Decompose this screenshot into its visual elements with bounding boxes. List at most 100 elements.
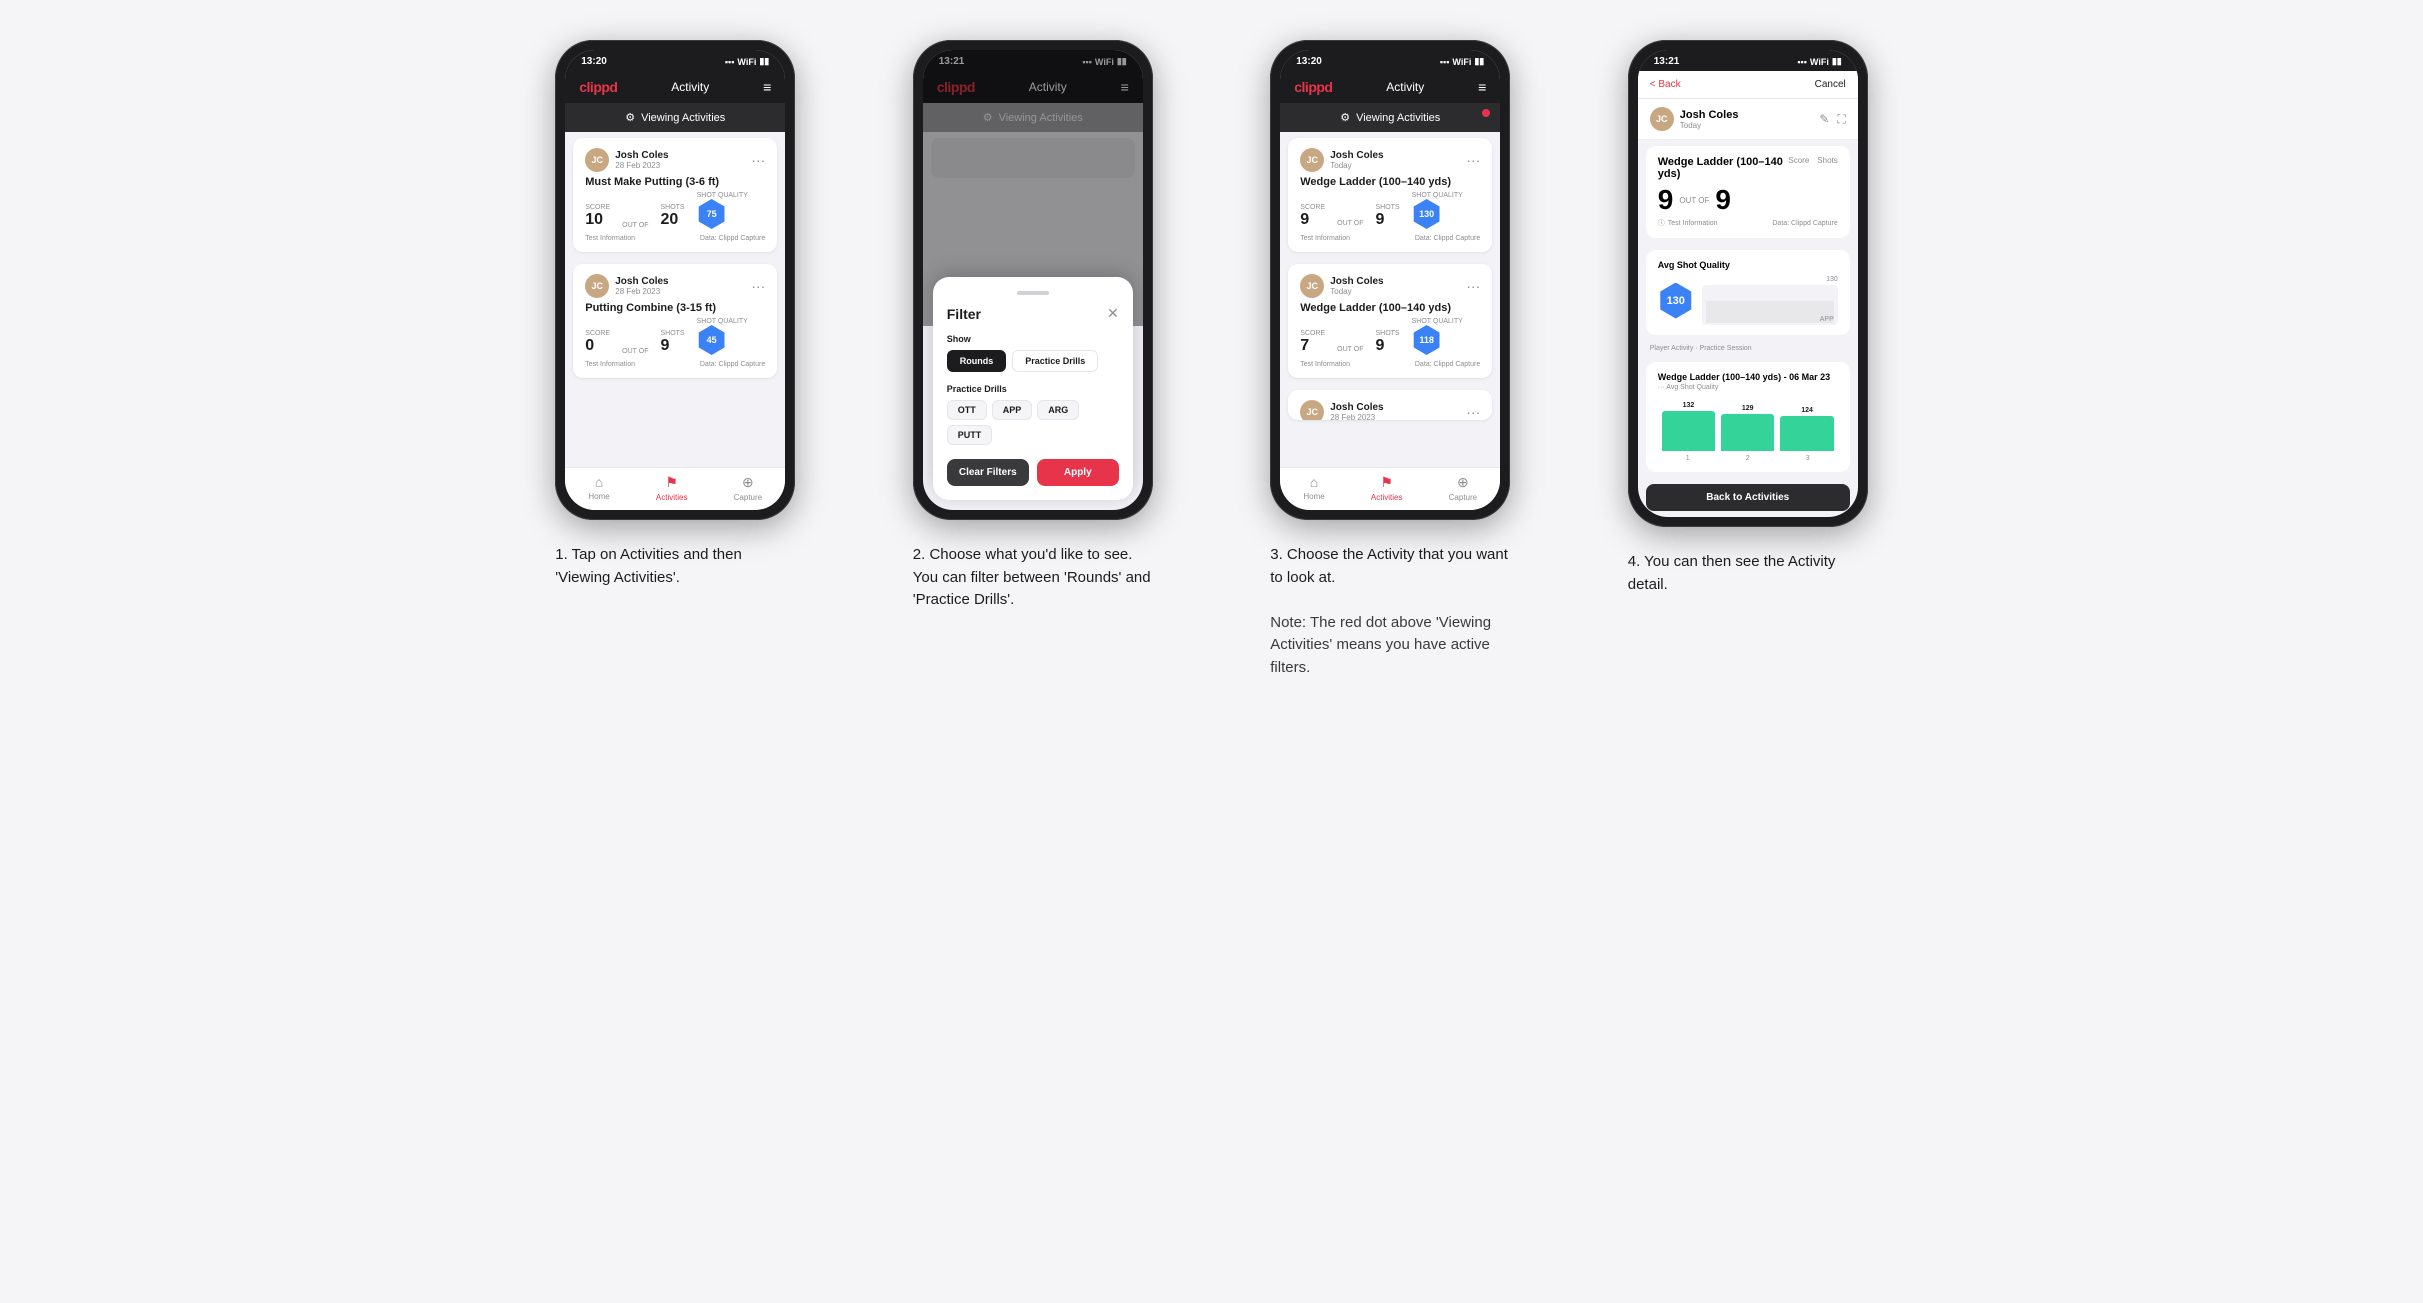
quality-badge-3-2: 118 (1412, 325, 1442, 355)
chip-arg[interactable]: ARG (1037, 400, 1079, 420)
filter-icon-1: ⚙ (625, 111, 635, 124)
expand-icon-4[interactable]: ⛶ (1837, 112, 1845, 127)
drill-subtitle-4: ··· Avg Shot Quality (1658, 384, 1838, 391)
home-label-3: Home (1303, 492, 1324, 501)
app-header-3: clippd Activity ≡ (1280, 71, 1500, 103)
card-menu-3-3[interactable]: ··· (1466, 404, 1480, 420)
page-container: 13:20 ▪▪▪ WiFi ▮▮ clippd Activity ≡ ⚙ (512, 40, 1912, 679)
score-group-3-1: Score 9 (1300, 204, 1325, 229)
capture-label-4: Data: Clippd Capture (1772, 220, 1837, 227)
session-label-4: Player Activity · Practice Session (1638, 341, 1858, 356)
chart-col-1: 132 (1662, 402, 1715, 451)
avg-quality-label-4: Avg Shot Quality (1658, 260, 1838, 270)
activity-card-1-1[interactable]: JC Josh Coles 28 Feb 2023 ··· Must Make … (573, 138, 777, 252)
wifi-icon: WiFi (737, 57, 756, 67)
activities-icon-3: ⚑ (1380, 474, 1393, 491)
nav-home-3[interactable]: ⌂ Home (1303, 474, 1324, 502)
user-date-1-1: 28 Feb 2023 (615, 161, 668, 170)
score-group-1-1: Score 10 (585, 204, 610, 229)
edit-icon-4[interactable]: ✎ (1819, 112, 1829, 127)
nav-activities-3[interactable]: ⚑ Activities (1371, 474, 1403, 502)
chart-col-3: 124 (1780, 407, 1833, 451)
apply-button[interactable]: Apply (1037, 459, 1119, 486)
back-activities-4[interactable]: Back to Activities (1646, 484, 1850, 511)
avatar-1-1: JC (585, 148, 609, 172)
chip-ott[interactable]: OTT (947, 400, 987, 420)
user-date-3-3: 28 Feb 2023 (1330, 413, 1383, 420)
back-button-4[interactable]: < Back (1650, 79, 1681, 90)
quality-badge-3-1: 130 (1412, 199, 1442, 229)
card-stats-1-1: Score 10 OUT OF Shots 20 Shot Quality (585, 192, 765, 229)
battery-icon: ▮▮ (759, 56, 769, 67)
desc-note-3: Note: The red dot above 'Viewing Activit… (1270, 614, 1491, 676)
card-header-1-1: JC Josh Coles 28 Feb 2023 ··· (585, 148, 765, 172)
quality-badge-1-1: 75 (697, 199, 727, 229)
card-header-3-3: JC Josh Coles 28 Feb 2023 ··· (1300, 400, 1480, 420)
cancel-button-4[interactable]: Cancel (1815, 79, 1846, 90)
shots-label-3-2: Shots (1375, 330, 1399, 337)
quality-label-1-1: Shot Quality (697, 192, 748, 199)
time-1: 13:20 (581, 56, 607, 67)
user-name-3-2: Josh Coles (1330, 276, 1383, 287)
wifi-icon-4: WiFi (1810, 57, 1829, 67)
nav-capture-3[interactable]: ⊕ Capture (1449, 474, 1477, 502)
viewing-activities-bar-3[interactable]: ⚙ Viewing Activities (1280, 103, 1500, 132)
chip-putt[interactable]: PUTT (947, 425, 993, 445)
phone-2-inner: 13:21 ▪▪▪ WiFi ▮▮ clippd Activity ≡ ⚙ (923, 50, 1143, 510)
card-menu-3-1[interactable]: ··· (1466, 152, 1480, 168)
nav-activities-1[interactable]: ⚑ Activities (656, 474, 688, 502)
status-bar-4: 13:21 ▪▪▪ WiFi ▮▮ (1638, 50, 1858, 71)
footer-right-1-1: Data: Clippd Capture (700, 235, 765, 242)
filter-close-2[interactable]: ✕ (1107, 305, 1119, 322)
viewing-activities-bar-1[interactable]: ⚙ Viewing Activities (565, 103, 785, 132)
shots-value-3-1: 9 (1375, 211, 1399, 229)
chip-app[interactable]: APP (992, 400, 1033, 420)
chart-bar-fill (1706, 301, 1834, 323)
capture-icon-3: ⊕ (1457, 474, 1469, 491)
card-stats-3-2: Score 7 OUT OF Shots 9 Shot Quality 118 (1300, 318, 1480, 355)
practice-drills-toggle[interactable]: Practice Drills (1012, 350, 1098, 372)
activity-card-3-1[interactable]: JC Josh Coles Today ··· Wedge Ladder (10… (1288, 138, 1492, 252)
user-info-1-1: Josh Coles 28 Feb 2023 (615, 150, 668, 170)
status-bar-1: 13:20 ▪▪▪ WiFi ▮▮ (565, 50, 785, 71)
quality-hex-4: 130 (1658, 283, 1694, 319)
description-3: 3. Choose the Activity that you want to … (1270, 544, 1510, 679)
quality-label-3-2: Shot Quality (1412, 318, 1463, 325)
footer-left-3-2: Test Information (1300, 361, 1350, 368)
activities-label-3: Activities (1371, 493, 1403, 502)
card-menu-1-2[interactable]: ··· (751, 278, 765, 294)
user-date-3-2: Today (1330, 287, 1383, 296)
clear-filters-button[interactable]: Clear Filters (947, 459, 1029, 486)
menu-icon-1[interactable]: ≡ (763, 79, 771, 95)
bar-1 (1662, 411, 1715, 451)
menu-icon-3[interactable]: ≡ (1478, 79, 1486, 95)
score-label-3-1: Score (1300, 204, 1325, 211)
card-menu-3-2[interactable]: ··· (1466, 278, 1480, 294)
activity-card-3-2[interactable]: JC Josh Coles Today ··· Wedge Ladder (10… (1288, 264, 1492, 378)
avatar-3-3: JC (1300, 400, 1324, 420)
drill-title-4: Wedge Ladder (100–140 yds) - 06 Mar 23 (1658, 372, 1838, 382)
card-user-3-2: JC Josh Coles Today (1300, 274, 1383, 298)
nav-capture-1[interactable]: ⊕ Capture (734, 474, 762, 502)
header-title-3: Activity (1386, 80, 1424, 94)
card-menu-1-1[interactable]: ··· (751, 152, 765, 168)
user-info-3-2: Josh Coles Today (1330, 276, 1383, 296)
score-shots-labels: Score Shots (1788, 156, 1837, 165)
footer-left-1-2: Test Information (585, 361, 635, 368)
status-icons-1: ▪▪▪ WiFi ▮▮ (725, 56, 769, 67)
step-3: 3. (1270, 546, 1283, 563)
avatar-1-2: JC (585, 274, 609, 298)
activity-card-3-3[interactable]: JC Josh Coles 28 Feb 2023 ··· (1288, 390, 1492, 420)
battery-icon-4: ▮▮ (1832, 56, 1842, 67)
desc-text-1: Tap on Activities and then 'Viewing Acti… (555, 546, 742, 586)
signal-icon-4: ▪▪▪ (1797, 57, 1807, 67)
activity-card-1-2[interactable]: JC Josh Coles 28 Feb 2023 ··· Putting Co… (573, 264, 777, 378)
time-3: 13:20 (1296, 56, 1322, 67)
score-value-1-1: 10 (585, 211, 610, 229)
footer-left-3-1: Test Information (1300, 235, 1350, 242)
outof-label-1-1: OUT OF (622, 222, 648, 229)
card-footer-1-2: Test Information Data: Clippd Capture (585, 361, 765, 368)
rounds-toggle[interactable]: Rounds (947, 350, 1007, 372)
nav-home-1[interactable]: ⌂ Home (588, 474, 609, 502)
score-value-3-1: 9 (1300, 211, 1325, 229)
